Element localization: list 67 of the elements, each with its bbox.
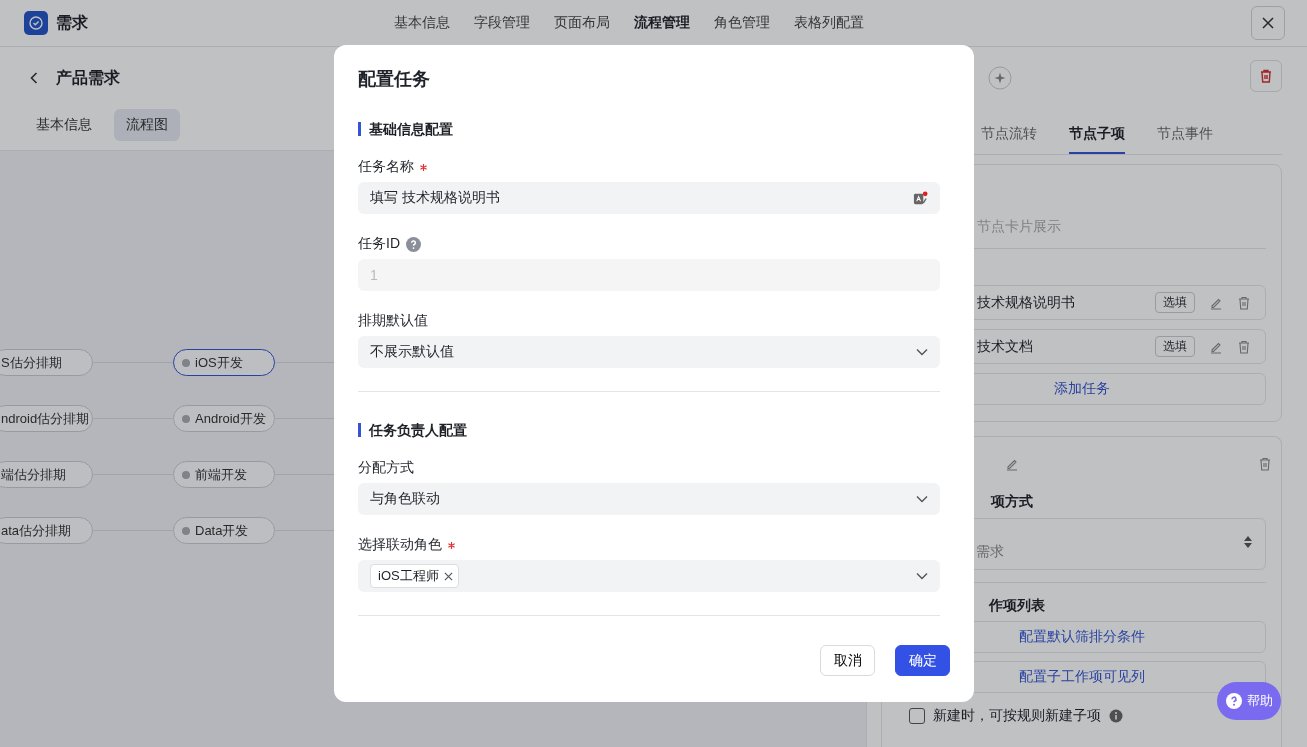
field-label: 分配方式: [358, 459, 414, 477]
field-label: 排期默认值: [358, 312, 428, 330]
nav-tab[interactable]: 流程管理: [634, 14, 690, 32]
remove-icon[interactable]: [443, 571, 453, 581]
checkbox-label: 新建时，可按规则新建子项: [933, 707, 1101, 725]
role-tag: iOS工程师: [370, 564, 459, 588]
input-field: 1: [358, 259, 940, 291]
panel-tab[interactable]: 节点子项: [1069, 117, 1125, 154]
help-button[interactable]: 帮助: [1217, 682, 1281, 720]
field-label: 项方式: [991, 493, 1033, 511]
hint-text: 节点卡片展示: [977, 218, 1061, 236]
multi-select-field[interactable]: iOS工程师: [358, 560, 940, 592]
flow-node[interactable]: Android开发: [173, 405, 275, 432]
sort-arrows-icon: [1243, 535, 1253, 549]
delete-icon[interactable]: [1237, 295, 1251, 310]
flow-node[interactable]: ndroid估分排期: [0, 405, 93, 432]
chevron-down-icon: [916, 572, 928, 580]
cancel-button[interactable]: 取消: [820, 645, 875, 676]
optional-tag: 选填: [1155, 292, 1195, 313]
flow-node[interactable]: 前端开发: [173, 461, 275, 488]
panel-tab[interactable]: 节点事件: [1157, 117, 1213, 154]
help-icon[interactable]: [406, 236, 421, 252]
info-icon: [1109, 709, 1123, 723]
chevron-down-icon: [916, 348, 928, 356]
chevron-down-icon: [916, 495, 928, 503]
panel-tab[interactable]: 节点流转: [981, 117, 1037, 154]
back-icon[interactable]: [30, 72, 38, 84]
select-field[interactable]: 不展示默认值: [358, 336, 940, 368]
nav-tab[interactable]: 字段管理: [474, 14, 530, 32]
nav-tab[interactable]: 页面布局: [554, 14, 610, 32]
flow-node[interactable]: 端估分排期: [0, 461, 93, 488]
field-label: 作项列表: [989, 597, 1045, 615]
field-label: 任务ID: [358, 235, 400, 253]
page-tab[interactable]: 流程图: [114, 109, 180, 141]
delete-button[interactable]: [1250, 60, 1282, 92]
delete-icon[interactable]: [1237, 339, 1251, 354]
app-title: 需求: [56, 12, 88, 33]
nav-tab[interactable]: 表格列配置: [794, 14, 864, 32]
flow-node[interactable]: Data开发: [173, 517, 275, 544]
flow-node[interactable]: iOS开发: [173, 349, 275, 376]
task-name: 技术规格说明书: [977, 293, 1076, 312]
checkbox[interactable]: [909, 708, 925, 724]
page-title: 产品需求: [56, 67, 120, 88]
confirm-button[interactable]: 确定: [895, 645, 950, 676]
translate-icon[interactable]: [913, 190, 928, 206]
field-label: 任务名称: [358, 158, 414, 176]
edit-icon[interactable]: [1005, 457, 1019, 471]
nav-tab[interactable]: 基本信息: [394, 14, 450, 32]
close-button[interactable]: [1251, 6, 1285, 40]
section-title: 基础信息配置: [358, 122, 940, 136]
flow-node[interactable]: ata估分排期: [0, 517, 93, 544]
input-field[interactable]: 填写 技术规格说明书: [358, 182, 940, 214]
flow-node[interactable]: S估分排期: [0, 349, 93, 376]
page-tab[interactable]: 基本信息: [24, 109, 104, 141]
app-logo-icon: [24, 11, 48, 35]
delete-icon[interactable]: [1258, 457, 1272, 471]
sparkle-icon[interactable]: [988, 66, 1012, 90]
help-icon: [1225, 693, 1242, 709]
task-name: 技术文档: [977, 337, 1034, 356]
section-title: 任务负责人配置: [358, 423, 940, 437]
close-icon: [1262, 17, 1274, 29]
dialog-title: 配置任务: [358, 68, 431, 91]
optional-tag: 选填: [1155, 336, 1195, 357]
select-field[interactable]: 与角色联动: [358, 483, 940, 515]
field-label: 选择联动角色: [358, 536, 442, 554]
nav-tab[interactable]: 角色管理: [714, 14, 770, 32]
trash-icon: [1259, 69, 1273, 83]
